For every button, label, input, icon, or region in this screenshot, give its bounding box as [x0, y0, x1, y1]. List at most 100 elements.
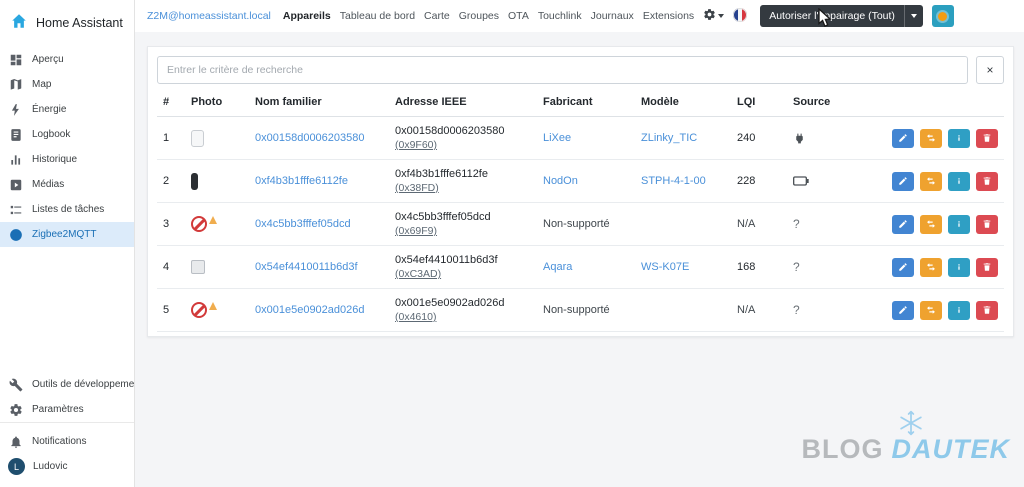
sidebar-item-user[interactable]: L Ludovic	[0, 454, 134, 479]
device-name-link[interactable]: 0x4c5bb3fffef05dcd	[255, 218, 351, 230]
reconfigure-device-button[interactable]	[919, 128, 942, 148]
wrench-icon	[8, 378, 24, 392]
permit-join-dropdown-button[interactable]	[903, 5, 923, 27]
remove-device-button[interactable]	[976, 128, 998, 148]
logbook-icon	[8, 128, 24, 142]
device-info-button[interactable]	[947, 214, 970, 234]
warning-icon	[209, 216, 217, 224]
remove-device-button[interactable]	[976, 171, 998, 191]
gear-icon	[703, 8, 716, 24]
sidebar-nav: Aperçu Map Énergie Logbook Historique Mé…	[0, 47, 134, 247]
device-name-link[interactable]: 0x001e5e0902ad026d	[255, 304, 365, 316]
device-row: 1 0x00158d0006203580 0x00158d0006203580 …	[157, 116, 1004, 160]
sidebar-item-label: Paramètres	[32, 404, 84, 415]
sidebar-item-label: Médias	[32, 179, 65, 190]
z2m-topbar: Z2M@homeassistant.local Appareils Tablea…	[135, 0, 1024, 32]
device-info-button[interactable]	[947, 257, 970, 277]
devices-table: # Photo Nom familier Adresse IEEE Fabric…	[157, 88, 1004, 332]
power-plug-icon	[793, 132, 806, 144]
edit-device-button[interactable]	[891, 214, 914, 234]
fabricant-link[interactable]: Aqara	[543, 261, 572, 273]
nav-item-groupes[interactable]: Groupes	[459, 10, 499, 22]
nav-item-journaux[interactable]: Journaux	[591, 10, 634, 22]
col-header-ieee: Adresse IEEE	[389, 88, 537, 117]
bell-icon	[8, 435, 24, 449]
settings-dropdown[interactable]	[703, 8, 725, 24]
sidebar-item-historique[interactable]: Historique	[0, 147, 134, 172]
device-name-link[interactable]: 0x00158d0006203580	[255, 132, 365, 144]
nav-item-appareils[interactable]: Appareils	[283, 10, 331, 22]
device-info-button[interactable]	[947, 128, 970, 148]
col-header-modele: Modèle	[635, 88, 731, 117]
sidebar-item-listes-de-taches[interactable]: Listes de tâches	[0, 197, 134, 222]
sidebar-item-label: Historique	[32, 154, 78, 165]
edit-device-button[interactable]	[891, 171, 914, 191]
todo-list-icon	[8, 203, 24, 217]
modele-link[interactable]: STPH-4-1-00	[641, 175, 706, 187]
ieee-address: 0x4c5bb3fffef05dcd	[395, 211, 491, 223]
edit-device-button[interactable]	[891, 300, 914, 320]
snowflake-icon	[898, 410, 924, 441]
reconfigure-device-button[interactable]	[919, 214, 942, 234]
sidebar-item-label: Listes de tâches	[32, 204, 105, 215]
reconfigure-device-button[interactable]	[919, 171, 942, 191]
device-info-button[interactable]	[947, 171, 970, 191]
network-address: (0x38FD)	[395, 182, 439, 194]
sidebar-footer: Notifications L Ludovic	[0, 422, 134, 487]
remove-device-button[interactable]	[976, 257, 998, 277]
reconfigure-device-button[interactable]	[919, 300, 942, 320]
z2m-brand-link[interactable]: Z2M@homeassistant.local	[147, 10, 271, 22]
sidebar-item-apercu[interactable]: Aperçu	[0, 47, 134, 72]
col-header-source: Source	[787, 88, 865, 117]
user-avatar: L	[8, 458, 25, 475]
clear-search-button[interactable]: ×	[976, 56, 1004, 84]
edit-device-button[interactable]	[891, 128, 914, 148]
sidebar-item-energie[interactable]: Énergie	[0, 97, 134, 122]
network-address: (0x4610)	[395, 311, 437, 323]
sidebar-item-map[interactable]: Map	[0, 72, 134, 97]
sidebar-item-notifications[interactable]: Notifications	[0, 429, 134, 454]
theme-toggle-button[interactable]	[931, 5, 954, 27]
remove-device-button[interactable]	[976, 214, 998, 234]
device-photo	[191, 172, 198, 190]
sidebar-item-logbook[interactable]: Logbook	[0, 122, 134, 147]
table-header-row: # Photo Nom familier Adresse IEEE Fabric…	[157, 88, 1004, 117]
search-input[interactable]	[157, 56, 968, 84]
ieee-address: 0x001e5e0902ad026d	[395, 297, 505, 309]
trash-icon	[982, 131, 992, 146]
nav-item-touchlink[interactable]: Touchlink	[538, 10, 582, 22]
sidebar-item-zigbee2mqtt[interactable]: Zigbee2MQTT	[0, 222, 134, 247]
fabricant-link[interactable]: NodOn	[543, 175, 578, 187]
sidebar-item-outils-de-developpement[interactable]: Outils de développement	[0, 372, 134, 397]
remove-device-button[interactable]	[976, 300, 998, 320]
edit-device-button[interactable]	[891, 257, 914, 277]
device-name-link[interactable]: 0xf4b3b1fffe6112fe	[255, 175, 348, 187]
modele-link[interactable]: WS-K07E	[641, 261, 689, 273]
sidebar-item-label: Logbook	[32, 129, 71, 140]
nav-item-tableau-de-bord[interactable]: Tableau de bord	[340, 10, 415, 22]
home-assistant-logo-icon	[10, 12, 28, 33]
sidebar-item-parametres[interactable]: Paramètres	[0, 397, 134, 422]
permit-join-label: Autoriser l'appairage (Tout)	[769, 10, 895, 22]
trash-icon	[982, 260, 992, 275]
sidebar-item-label: Zigbee2MQTT	[32, 229, 97, 240]
fabricant-link[interactable]: LiXee	[543, 132, 571, 144]
modele-link[interactable]: ZLinky_TIC	[641, 132, 697, 144]
sidebar-item-medias[interactable]: Médias	[0, 172, 134, 197]
device-info-button[interactable]	[947, 300, 970, 320]
reconfigure-device-button[interactable]	[919, 257, 942, 277]
permit-join-button[interactable]: Autoriser l'appairage (Tout)	[760, 5, 904, 27]
nav-item-extensions[interactable]: Extensions	[643, 10, 694, 22]
nav-item-carte[interactable]: Carte	[424, 10, 450, 22]
fabricant-text: Non-supporté	[543, 218, 610, 230]
device-name-link[interactable]: 0x54ef4410011b6d3f	[255, 261, 358, 273]
chart-icon	[8, 153, 24, 167]
chevron-down-icon	[910, 14, 917, 18]
nav-item-ota[interactable]: OTA	[508, 10, 529, 22]
sidebar-item-label: Aperçu	[32, 54, 64, 65]
devices-card: × # Photo Nom familier Adresse IEEE Fab	[147, 46, 1014, 337]
chevron-down-icon	[718, 14, 725, 18]
language-flag-icon[interactable]	[733, 7, 748, 25]
lightning-icon	[8, 103, 24, 117]
